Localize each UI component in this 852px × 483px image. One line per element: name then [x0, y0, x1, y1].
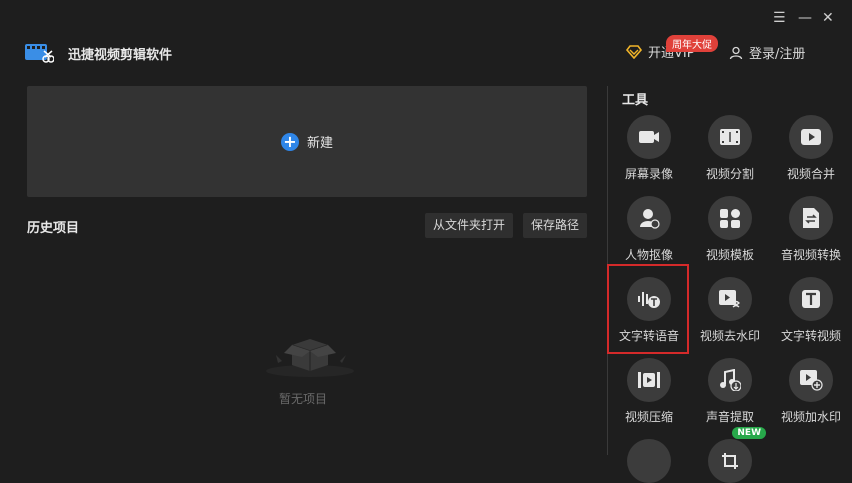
login-button[interactable]: 登录/注册	[729, 43, 805, 62]
template-icon	[708, 196, 752, 240]
tool-person-cutout[interactable]: 人物抠像	[609, 196, 689, 263]
compress-icon	[627, 358, 671, 402]
empty-box-icon	[266, 339, 354, 377]
person-cutout-icon	[627, 196, 671, 240]
tool-video-template[interactable]: 视频模板	[690, 196, 770, 263]
tool-video-split[interactable]: 视频分割	[690, 115, 770, 182]
tool-label: 视频压缩	[624, 410, 673, 424]
tool-label: 视频模板	[705, 248, 754, 262]
crop-icon: NEW	[708, 427, 766, 483]
tool-label: 视频去水印	[699, 329, 760, 343]
tool-partial-2[interactable]: NEW	[690, 427, 770, 483]
selection-highlight	[607, 264, 689, 354]
remove-watermark-icon	[708, 277, 752, 321]
hamburger-icon[interactable]: ☰	[773, 10, 786, 26]
save-path-button[interactable]: 保存路径	[523, 213, 588, 238]
tool-av-convert[interactable]: 音视频转换	[771, 196, 851, 263]
tool-remove-watermark[interactable]: 视频去水印	[690, 277, 770, 344]
tool-label: 视频分割	[705, 167, 754, 181]
diamond-icon	[626, 44, 642, 59]
tool-add-watermark[interactable]: 视频加水印	[771, 358, 851, 425]
tool-video-compress[interactable]: 视频压缩	[609, 358, 689, 425]
new-label: 新建	[306, 136, 333, 151]
tool-label: 文字转视频	[780, 329, 841, 343]
tool-label: 视频加水印	[780, 410, 841, 424]
tool-text-to-video[interactable]: 文字转视频	[771, 277, 851, 344]
tool-audio-extract[interactable]: 声音提取	[690, 358, 770, 425]
close-icon[interactable]: ✕	[822, 10, 834, 26]
user-icon	[729, 46, 743, 59]
convert-icon	[789, 196, 833, 240]
tool-label: 视频合并	[786, 167, 835, 181]
new-project-button[interactable]: + 新建	[27, 86, 587, 197]
tool-icon	[627, 439, 671, 483]
tool-label: 音视频转换	[780, 248, 841, 262]
app-title: 迅捷视频剪辑软件	[68, 48, 173, 63]
camera-icon	[627, 115, 671, 159]
app-logo-icon	[25, 44, 54, 63]
plus-icon: +	[280, 132, 299, 151]
play-merge-icon	[789, 115, 833, 159]
open-folder-button[interactable]: 从文件夹打开	[425, 213, 514, 238]
tool-label: 屏幕录像	[624, 167, 673, 181]
tool-label: 人物抠像	[624, 248, 673, 262]
add-watermark-icon	[789, 358, 833, 402]
tool-screen-record[interactable]: 屏幕录像	[609, 115, 689, 182]
history-title: 历史项目	[27, 221, 80, 236]
tool-label: 声音提取	[705, 410, 754, 424]
empty-text: 暂无项目	[279, 392, 328, 406]
music-extract-icon	[708, 358, 752, 402]
promo-badge: 周年大促	[666, 35, 718, 52]
new-badge: NEW	[732, 427, 766, 439]
tool-partial-1[interactable]	[609, 439, 689, 483]
minimize-icon[interactable]: —	[798, 10, 812, 26]
text-to-video-icon	[789, 277, 833, 321]
film-cut-icon	[708, 115, 752, 159]
tool-video-merge[interactable]: 视频合并	[771, 115, 851, 182]
login-label: 登录/注册	[749, 47, 806, 62]
tools-title: 工具	[622, 93, 649, 108]
